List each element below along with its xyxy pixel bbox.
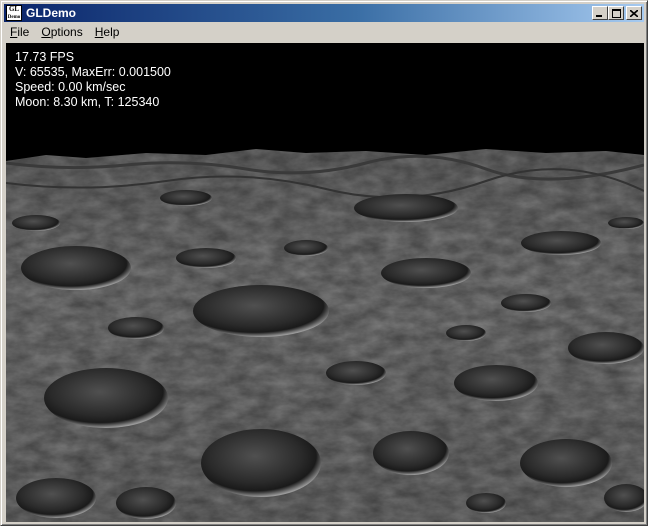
title-bar[interactable]: GL Demo GLDemo xyxy=(4,4,644,22)
maximize-button[interactable] xyxy=(608,6,624,20)
menu-file[interactable]: File xyxy=(4,23,35,42)
menu-bar: File Options Help xyxy=(4,23,644,42)
fps-readout: 17.73 FPS xyxy=(15,50,75,64)
speed-readout: Speed: 0.00 km/sec xyxy=(15,80,126,94)
app-icon[interactable]: GL Demo xyxy=(6,5,22,21)
close-icon xyxy=(630,9,638,17)
menu-options[interactable]: Options xyxy=(35,23,88,42)
maximize-icon xyxy=(611,8,621,18)
lunar-terrain xyxy=(6,148,644,522)
minimize-icon xyxy=(596,14,602,17)
minimize-button[interactable] xyxy=(592,6,608,20)
window-title: GLDemo xyxy=(26,6,77,20)
opengl-viewport[interactable]: 17.73 FPS V: 65535, MaxErr: 0.001500 Spe… xyxy=(6,43,644,522)
app-window: GL Demo GLDemo File Options Help 17.73 F… xyxy=(0,0,648,526)
close-button[interactable] xyxy=(626,6,642,20)
moon-readout: Moon: 8.30 km, T: 125340 xyxy=(15,95,160,109)
menu-help[interactable]: Help xyxy=(89,23,126,42)
hud-overlay: 17.73 FPS V: 65535, MaxErr: 0.001500 Spe… xyxy=(15,50,171,110)
vertex-error-readout: V: 65535, MaxErr: 0.001500 xyxy=(15,65,171,79)
